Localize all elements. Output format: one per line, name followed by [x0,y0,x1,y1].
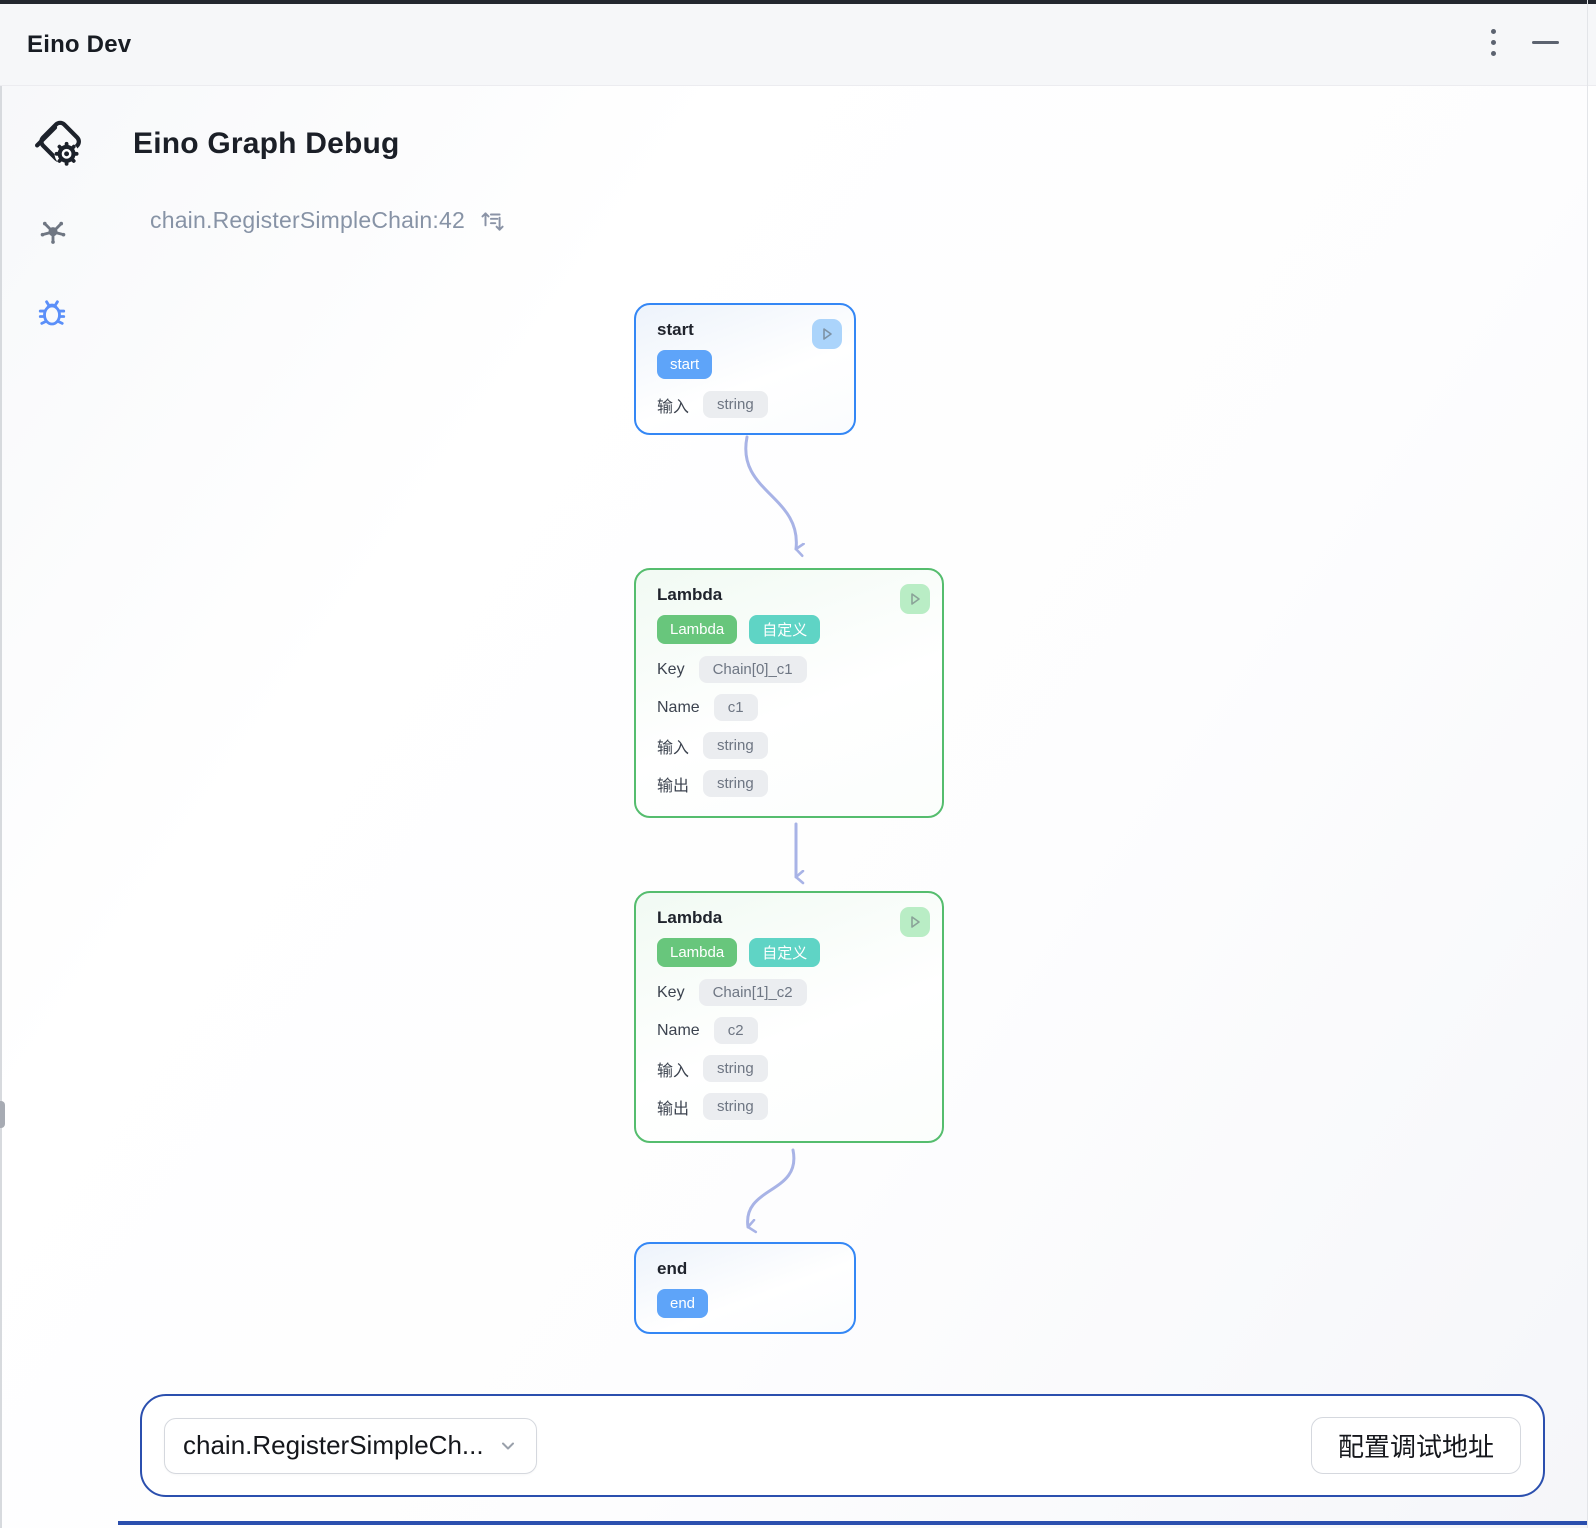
debug-bug-icon[interactable] [33,293,71,331]
node-badges: end [657,1289,833,1318]
node-title: start [657,319,833,340]
field-value-chip: string [703,770,768,797]
field-value-chip: string [703,391,768,418]
graph-selector-dropdown[interactable]: chain.RegisterSimpleCh... [164,1418,537,1474]
node-field-row: Name c2 [657,1017,921,1044]
node-fields: Key Chain[0]_c1 Name c1 输入 string 输出 string [657,656,921,797]
field-label: 输出 [657,772,689,796]
chevron-down-icon [498,1436,518,1456]
node-type-badge: Lambda [657,615,737,644]
field-label: 输入 [657,734,689,758]
window-right-border [1587,0,1588,1528]
field-label: 输入 [657,393,689,417]
page-title: Eino Graph Debug [133,127,400,161]
node-title: Lambda [657,907,921,928]
field-value-chip: string [703,732,768,759]
node-type-badge: start [657,350,712,379]
field-value-chip: string [703,1055,768,1082]
node-field-row: 输入 string [657,1055,921,1082]
field-label: Key [657,661,685,679]
node-badges: start [657,350,833,379]
node-type-badge: 自定义 [749,938,820,967]
graph-selector-value: chain.RegisterSimpleCh... [183,1430,484,1461]
field-label: Name [657,1022,700,1040]
configure-debug-address-button[interactable]: 配置调试地址 [1311,1417,1521,1474]
node-type-badge: end [657,1289,708,1318]
node-lambda-1[interactable]: Lambda Lambda 自定义 Key Chain[0]_c1 Name c1 输入 s… [634,568,944,818]
titlebar: Eino Dev [0,4,1596,86]
field-value-chip: Chain[1]_c2 [699,979,807,1006]
field-label: Key [657,984,685,1002]
node-fields: Key Chain[1]_c2 Name c2 输入 string 输出 string [657,979,921,1120]
panel-resize-handle[interactable] [0,1101,5,1128]
node-type-badge: Lambda [657,938,737,967]
node-badges: Lambda 自定义 [657,615,921,644]
field-label: 输入 [657,1057,689,1081]
node-field-row: 输出 string [657,770,921,797]
app-title: Eino Dev [27,31,131,59]
node-fields: 输入 string [657,391,833,418]
node-lambda-2[interactable]: Lambda Lambda 自定义 Key Chain[1]_c2 Name c2 输入 s… [634,891,944,1143]
node-field-row: Key Chain[1]_c2 [657,979,921,1006]
function-label: chain.RegisterSimpleChain:42 [150,207,465,234]
minimize-icon[interactable] [1528,20,1562,64]
node-type-badge: 自定义 [749,615,820,644]
node-field-row: 输入 string [657,391,833,418]
field-label: Name [657,699,700,717]
lower-panel-top-border [118,1521,1587,1525]
node-start[interactable]: start start 输入 string [634,303,856,435]
node-title: end [657,1258,833,1279]
node-field-row: 输入 string [657,732,921,759]
graph-topology-icon[interactable] [34,212,72,250]
node-end[interactable]: end end [634,1242,856,1334]
sort-order-icon[interactable] [479,208,505,234]
run-node-icon[interactable] [812,319,842,349]
field-value-chip: c2 [714,1017,758,1044]
debug-toolbar: chain.RegisterSimpleCh... 配置调试地址 [140,1394,1545,1497]
field-label: 输出 [657,1095,689,1119]
run-node-icon[interactable] [900,584,930,614]
field-value-chip: c1 [714,694,758,721]
run-node-icon[interactable] [900,907,930,937]
menu-kebab-icon[interactable] [1480,20,1506,64]
field-value-chip: Chain[0]_c1 [699,656,807,683]
node-field-row: Key Chain[0]_c1 [657,656,921,683]
node-field-row: 输出 string [657,1093,921,1120]
node-field-row: Name c1 [657,694,921,721]
node-title: Lambda [657,584,921,605]
node-badges: Lambda 自定义 [657,938,921,967]
function-row: chain.RegisterSimpleChain:42 [150,207,505,234]
eino-dev-logo-icon [30,114,88,174]
field-value-chip: string [703,1093,768,1120]
